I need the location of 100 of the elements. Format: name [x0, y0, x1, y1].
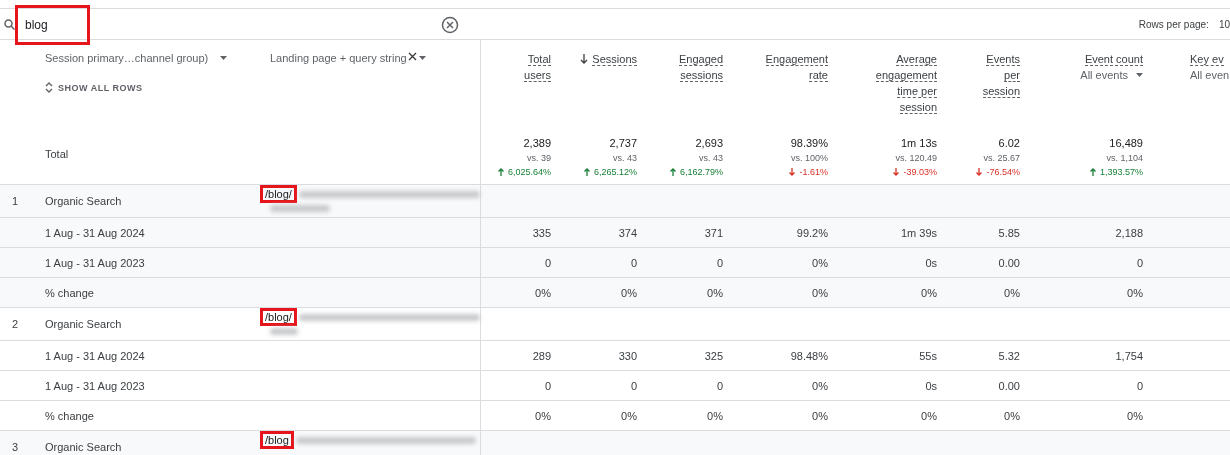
- metric-cell-text: 0%: [620, 286, 638, 299]
- change-value: -39.03%: [903, 167, 937, 177]
- metric-cell-text: 0: [629, 379, 638, 392]
- row-label: 1 Aug - 31 Aug 2024: [45, 226, 146, 239]
- metric-cell-text: 0%: [811, 256, 829, 269]
- row-label: 1 Aug - 31 Aug 2023: [45, 379, 146, 392]
- event-selector[interactable]: All events: [1080, 69, 1143, 81]
- page-path: /blog/: [260, 308, 297, 326]
- comparison-value: vs. 100%: [790, 153, 828, 163]
- metric-cell-text: 5.85: [997, 226, 1021, 239]
- comparison-value: vs. 43: [613, 153, 637, 163]
- total-value: 2,693: [695, 137, 723, 149]
- comparison-value: vs. 1,104: [1106, 153, 1143, 163]
- total-value: 2,389: [523, 137, 551, 149]
- metric-cell-text: 0: [1135, 379, 1144, 392]
- total-value: 6.02: [998, 137, 1020, 149]
- comparison-value: vs. 120.49: [895, 153, 937, 163]
- change-value: 6,265.12%: [593, 167, 637, 177]
- row-index: 1: [11, 195, 20, 207]
- metric-cell: 0%: [480, 278, 561, 307]
- column-header[interactable]: Total users: [524, 51, 551, 83]
- metric-cell-text: 1m 39s: [899, 226, 938, 239]
- metric-cell-text: 0%: [706, 409, 724, 422]
- column-header[interactable]: Event count: [1084, 51, 1143, 67]
- metric-cell-text: 374: [617, 226, 638, 239]
- metric-cell-text: 0: [715, 256, 724, 269]
- column-header[interactable]: Sessions: [592, 51, 637, 67]
- page-path: /blog: [260, 431, 294, 449]
- metric-cell-text: 0: [1135, 256, 1144, 269]
- row-label: % change: [45, 409, 95, 422]
- column-header[interactable]: Events per session: [982, 51, 1020, 99]
- metric-cell-text: 0%: [811, 379, 829, 392]
- change-value: -1.61%: [799, 167, 828, 177]
- metric-cell-text: 0%: [811, 286, 829, 299]
- metric-cell-text: 0%: [706, 286, 724, 299]
- metric-cell: 0%: [480, 401, 561, 430]
- metric-cell-text: 325: [703, 349, 724, 362]
- total-label: Total: [45, 148, 69, 160]
- event-selector[interactable]: All even: [1190, 69, 1230, 81]
- metric-cell-text: 330: [617, 349, 638, 362]
- metric-cell-text: 2,188: [1114, 226, 1144, 239]
- page-path: /blog/: [260, 185, 297, 203]
- rows-per-page-label: Rows per page:: [1138, 19, 1209, 30]
- change-value: 6,025.64%: [507, 167, 551, 177]
- metric-cell-text: 0s: [924, 256, 938, 269]
- blurred-text: [270, 205, 330, 212]
- metric-cell: 0: [480, 248, 561, 277]
- metric-cell-text: 0.00: [997, 256, 1021, 269]
- change-value: 1,393.57%: [1099, 167, 1143, 177]
- comparison-value: vs. 43: [699, 153, 723, 163]
- metric-cell-text: 0: [629, 256, 638, 269]
- metric-cell-text: 0%: [1003, 409, 1021, 422]
- metric-cell-text: 55s: [918, 349, 938, 362]
- metric-cell-text: 0: [715, 379, 724, 392]
- expand-collapse-icon: [45, 82, 53, 93]
- sort-descending-icon[interactable]: [580, 54, 589, 64]
- caret-icon[interactable]: [220, 56, 228, 60]
- metric-cell-text: 99.2%: [795, 226, 829, 239]
- row-label: % change: [45, 286, 95, 299]
- row-index: 3: [11, 441, 20, 453]
- change-value: 6,162.79%: [679, 167, 723, 177]
- metric-cell: 335: [480, 218, 561, 247]
- close-icon[interactable]: [408, 52, 417, 61]
- dimension-selector[interactable]: Session primary…channel group): [45, 52, 270, 64]
- metric-cell-text: 0s: [924, 379, 938, 392]
- change-value: -76.54%: [986, 167, 1020, 177]
- comparison-value: vs. 39: [527, 153, 551, 163]
- metric-cell-text: 0%: [620, 409, 638, 422]
- metric-cell-text: 0%: [1126, 409, 1144, 422]
- metric-cell-text: 0.00: [997, 379, 1021, 392]
- metric-cell-text: 0%: [920, 286, 938, 299]
- metric-cell-text: 98.48%: [789, 349, 829, 362]
- metric-cell-text: 1,754: [1114, 349, 1144, 362]
- column-header[interactable]: Engagement rate: [765, 51, 828, 83]
- dimension-selector[interactable]: Landing page + query string: [270, 52, 426, 64]
- comparison-value: vs. 25.67: [983, 153, 1020, 163]
- column-header[interactable]: Engaged sessions: [678, 51, 723, 83]
- total-value: 2,737: [609, 137, 637, 149]
- metric-cell: 289: [480, 341, 561, 370]
- rows-per-page-value[interactable]: 10: [1218, 19, 1230, 30]
- row-index: 2: [11, 318, 20, 330]
- total-value: 16,489: [1109, 137, 1143, 149]
- caret-icon[interactable]: [418, 56, 426, 60]
- metric-cell-text: 371: [703, 226, 724, 239]
- metric-cell-text: 0%: [1003, 286, 1021, 299]
- row-label: 1 Aug - 31 Aug 2024: [45, 349, 146, 362]
- blurred-text: [270, 328, 298, 335]
- metric-cell-text: 0%: [1126, 286, 1144, 299]
- metric-cell-text: 0%: [920, 409, 938, 422]
- row-label: 1 Aug - 31 Aug 2023: [45, 256, 146, 269]
- total-value: 98.39%: [790, 137, 828, 149]
- clear-search-icon[interactable]: [441, 15, 459, 34]
- column-header[interactable]: Average engagement time per session: [875, 51, 937, 115]
- column-header[interactable]: Key ev: [1190, 51, 1224, 67]
- caret-icon[interactable]: [1136, 73, 1143, 77]
- search-icon: [4, 19, 15, 30]
- search-field[interactable]: blog: [15, 17, 435, 32]
- metric-cell-text: 0%: [811, 409, 829, 422]
- metric-cell-text: 5.32: [997, 349, 1021, 362]
- show-all-rows-button[interactable]: SHOW ALL ROWS: [45, 82, 143, 93]
